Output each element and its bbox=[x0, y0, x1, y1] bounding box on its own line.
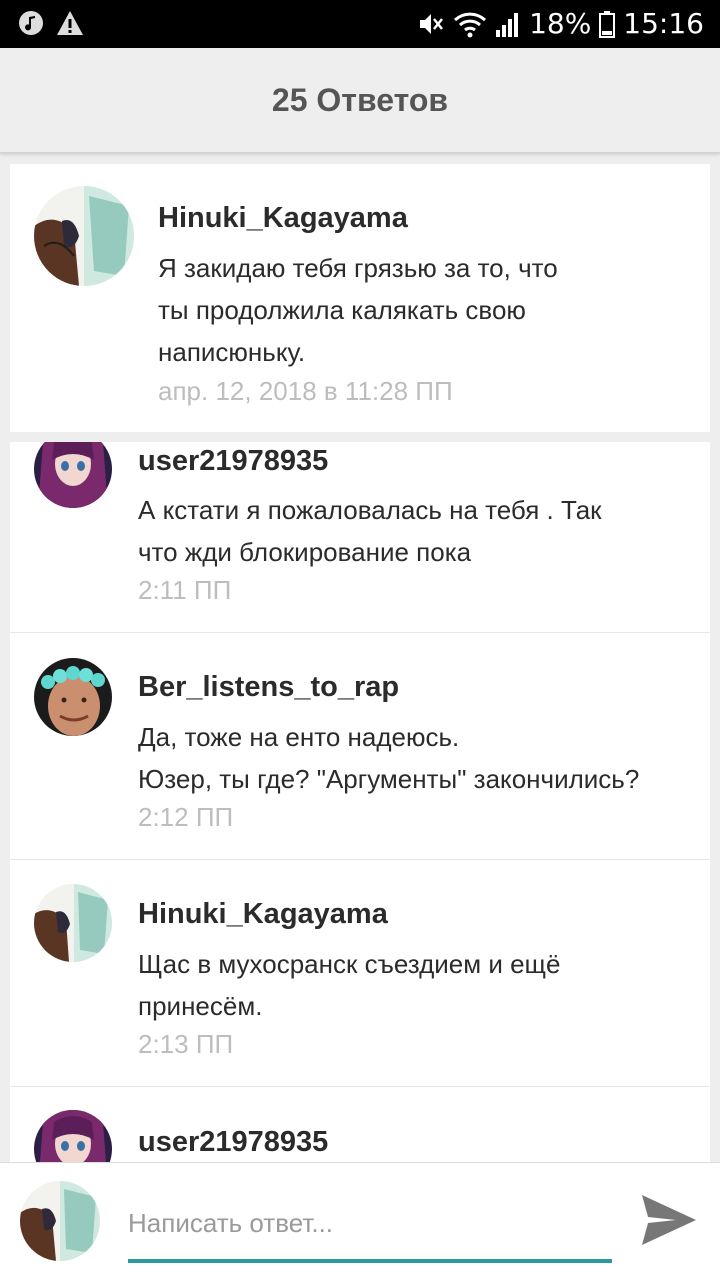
avatar bbox=[20, 1181, 100, 1261]
divider bbox=[10, 859, 710, 860]
comment-text-line: Я закидаю тебя грязью за то, что bbox=[158, 253, 558, 283]
reply-username[interactable]: user21978935 bbox=[138, 1126, 328, 1159]
divider bbox=[10, 632, 710, 633]
reply-text-line: что жди блокирование пока bbox=[138, 537, 472, 567]
avatar[interactable] bbox=[34, 186, 134, 286]
reply-input[interactable] bbox=[128, 1203, 612, 1243]
comment-text-line: написюньку. bbox=[158, 337, 306, 367]
reply-text-line: Щас в мухосранск съездием и ещё bbox=[138, 949, 561, 979]
wifi-icon bbox=[454, 12, 487, 38]
divider bbox=[10, 1086, 710, 1087]
main-comment: Hinuki_Kagayama Я закидаю тебя грязью за… bbox=[10, 164, 710, 432]
reply-text: Щас в мухосранск съездием и ещё принесём… bbox=[138, 943, 560, 1027]
avatar[interactable] bbox=[34, 1110, 112, 1162]
clock: 15:16 bbox=[623, 7, 704, 40]
status-bar: 18% 15:16 bbox=[0, 0, 720, 48]
avatar[interactable] bbox=[34, 658, 112, 736]
comment-timestamp: апр. 12, 2018 в 11:28 ПП bbox=[158, 376, 453, 406]
reply-text-line: принесём. bbox=[138, 991, 263, 1021]
reply-text-line: Юзер, ты где? "Аргументы" закончились? bbox=[138, 764, 640, 794]
reply-timestamp: 2:13 ПП bbox=[138, 1029, 234, 1059]
reply-timestamp: 2:11 ПП bbox=[138, 575, 232, 605]
input-underline bbox=[128, 1259, 612, 1263]
reply-username[interactable]: Hinuki_Kagayama bbox=[138, 898, 388, 931]
battery-icon bbox=[599, 11, 616, 38]
reply-text: А кстати я пожаловалась на тебя . Так чт… bbox=[138, 489, 602, 573]
comment-text: Я закидаю тебя грязью за то, что ты прод… bbox=[158, 247, 558, 373]
reply-text-line: Да, тоже на енто надеюсь. bbox=[138, 722, 460, 752]
battery-percent: 18% bbox=[529, 7, 592, 40]
replies-list[interactable]: user21978935 А кстати я пожаловалась на … bbox=[10, 442, 710, 1162]
mute-icon bbox=[420, 14, 444, 34]
reply-composer bbox=[0, 1162, 720, 1281]
comment-text-line: ты продолжила калякать свою bbox=[158, 295, 526, 325]
page-title: 25 Ответов bbox=[271, 81, 449, 118]
reply-text: Да, тоже на енто надеюсь. Юзер, ты где? … bbox=[138, 716, 639, 800]
reply-timestamp: 2:12 ПП bbox=[138, 802, 234, 832]
avatar[interactable] bbox=[34, 442, 112, 508]
avatar[interactable] bbox=[34, 884, 112, 962]
reply-text-line: А кстати я пожаловалась на тебя . Так bbox=[138, 495, 602, 525]
music-icon bbox=[19, 11, 43, 35]
comment-username[interactable]: Hinuki_Kagayama bbox=[158, 202, 408, 235]
app-header: 25 Ответов bbox=[0, 48, 720, 153]
signal-icon bbox=[496, 13, 519, 37]
warning-icon bbox=[57, 11, 83, 35]
reply-username[interactable]: Ber_listens_to_rap bbox=[138, 671, 399, 704]
send-icon[interactable] bbox=[640, 1193, 698, 1247]
reply-username[interactable]: user21978935 bbox=[138, 445, 328, 478]
